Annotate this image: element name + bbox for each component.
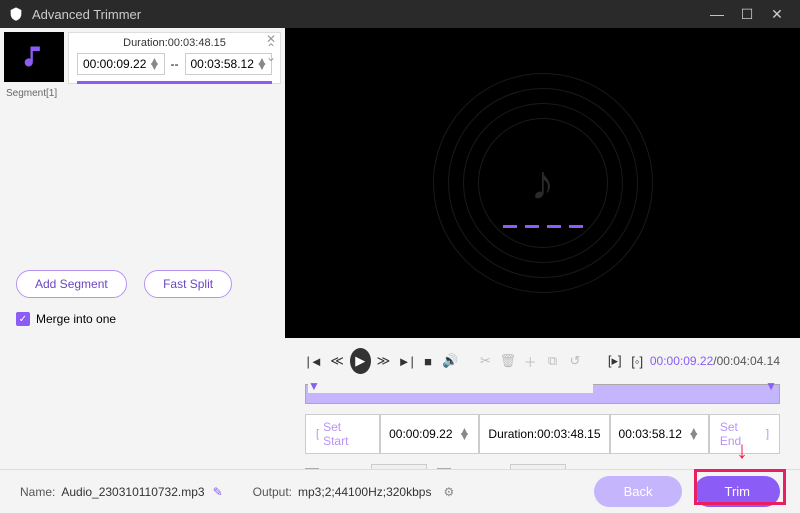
- output-value: mp3;2;44100Hz;320kbps: [298, 485, 431, 499]
- cut-icon[interactable]: ✂: [476, 349, 495, 373]
- forward-icon[interactable]: ≫: [374, 349, 393, 373]
- segment-progress-bar: [77, 81, 272, 84]
- volume-icon[interactable]: 🔊: [441, 349, 460, 373]
- bracket-in-icon[interactable]: [▸]: [605, 349, 624, 373]
- skip-start-icon[interactable]: |◄: [305, 349, 324, 373]
- trim-button[interactable]: Trim: [694, 476, 780, 507]
- minimize-button[interactable]: —: [702, 6, 732, 22]
- titlebar: Advanced Trimmer — ☐ ✕: [0, 0, 800, 28]
- name-label: Name:: [20, 485, 55, 499]
- close-button[interactable]: ✕: [762, 6, 792, 23]
- segment-down-icon[interactable]: ⌄: [266, 53, 276, 62]
- maximize-button[interactable]: ☐: [732, 6, 762, 23]
- segment-start-input[interactable]: 00:00:09.22▲▼: [77, 53, 165, 75]
- segment-row[interactable]: ✕ ⌃ ⌄ Duration:00:03:48.15 00:00:09.22▲▼…: [0, 28, 285, 88]
- merge-checkbox-row[interactable]: ✓ Merge into one: [16, 312, 269, 326]
- start-time-input[interactable]: 00:00:09.22▲▼: [380, 414, 479, 454]
- fast-split-button[interactable]: Fast Split: [144, 270, 232, 298]
- undo-icon[interactable]: ↺: [565, 349, 584, 373]
- output-settings-icon[interactable]: ⚙: [443, 485, 454, 499]
- add-icon[interactable]: ＋: [521, 349, 540, 373]
- name-value: Audio_230310110732.mp3: [61, 485, 204, 499]
- app-logo-icon: [8, 6, 24, 22]
- audio-wave-icon: [503, 225, 583, 228]
- end-time-input[interactable]: 00:03:58.12▲▼: [610, 414, 709, 454]
- timeline-start-handle[interactable]: ▼: [308, 379, 593, 393]
- timeline-slider[interactable]: ▼ ▼: [305, 384, 780, 404]
- stop-icon[interactable]: ■: [418, 349, 437, 373]
- time-display: 00:00:09.22/00:04:04.14: [650, 354, 780, 368]
- edit-name-icon[interactable]: ✎: [213, 485, 223, 499]
- trash-icon[interactable]: 🗑: [498, 349, 517, 373]
- preview-area: ♪: [285, 28, 800, 338]
- add-segment-button[interactable]: Add Segment: [16, 270, 127, 298]
- bracket-out-icon[interactable]: [◦]: [627, 349, 646, 373]
- range-dash: --: [171, 57, 179, 71]
- set-end-button[interactable]: Set End]: [709, 414, 780, 454]
- segment-info: ✕ ⌃ ⌄ Duration:00:03:48.15 00:00:09.22▲▼…: [68, 32, 281, 84]
- timeline-end-handle[interactable]: ▼: [765, 379, 777, 393]
- segment-duration-label: Duration:00:03:48.15: [77, 37, 272, 49]
- rewind-icon[interactable]: ≪: [327, 349, 346, 373]
- segment-end-input[interactable]: 00:03:58.12▲▼: [185, 53, 273, 75]
- window-title: Advanced Trimmer: [32, 7, 702, 22]
- output-label: Output:: [253, 485, 292, 499]
- music-note-icon: [20, 43, 48, 71]
- footer-bar: Name: Audio_230310110732.mp3 ✎ Output: m…: [0, 469, 800, 513]
- duration-display: Duration:00:03:48.15: [479, 414, 609, 454]
- segment-thumbnail: [4, 32, 64, 82]
- skip-end-icon[interactable]: ►|: [396, 349, 415, 373]
- segment-label: Segment[1]: [0, 88, 285, 99]
- merge-checkbox[interactable]: ✓: [16, 312, 30, 326]
- back-button[interactable]: Back: [594, 476, 683, 507]
- copy-icon[interactable]: ⧉: [543, 349, 562, 373]
- playback-controls: |◄ ≪ ▶ ≫ ►| ■ 🔊 ✂ 🗑 ＋ ⧉ ↺ [▸] [◦] 00:00:…: [0, 338, 800, 486]
- merge-label: Merge into one: [36, 312, 116, 326]
- play-button[interactable]: ▶: [350, 348, 371, 374]
- segment-panel: ✕ ⌃ ⌄ Duration:00:03:48.15 00:00:09.22▲▼…: [0, 28, 285, 338]
- set-start-button[interactable]: [Set Start: [305, 414, 380, 454]
